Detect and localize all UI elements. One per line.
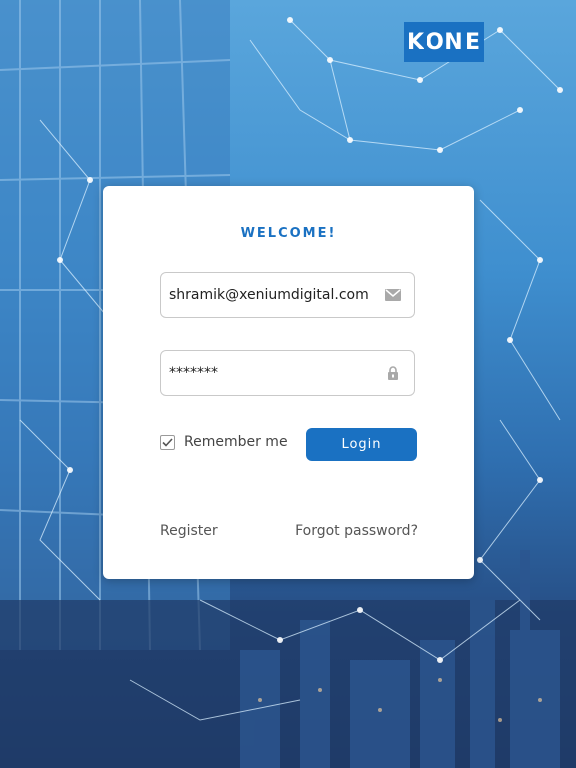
logo-letter: E	[462, 27, 483, 57]
lock-icon	[384, 364, 402, 382]
password-field[interactable]	[160, 350, 415, 396]
email-input[interactable]	[169, 287, 384, 303]
logo-letter: K	[405, 27, 426, 57]
register-link[interactable]: Register	[160, 523, 218, 539]
welcome-heading: WELCOME!	[240, 226, 337, 241]
logo-letter: N	[443, 27, 464, 57]
mail-icon	[384, 286, 402, 304]
remember-me-checkbox[interactable]	[160, 434, 175, 450]
login-button[interactable]: Login	[306, 428, 417, 461]
email-field[interactable]	[160, 272, 415, 318]
login-card: WELCOME! Remember me Login Regist	[103, 186, 474, 579]
check-icon	[162, 437, 173, 447]
kone-logo: K O N E	[404, 22, 484, 62]
password-input[interactable]	[169, 365, 384, 381]
logo-letter: O	[424, 27, 445, 57]
forgot-password-link[interactable]: Forgot password?	[295, 523, 418, 539]
remember-me-label: Remember me	[184, 434, 288, 450]
remember-me-row: Remember me	[160, 434, 288, 450]
